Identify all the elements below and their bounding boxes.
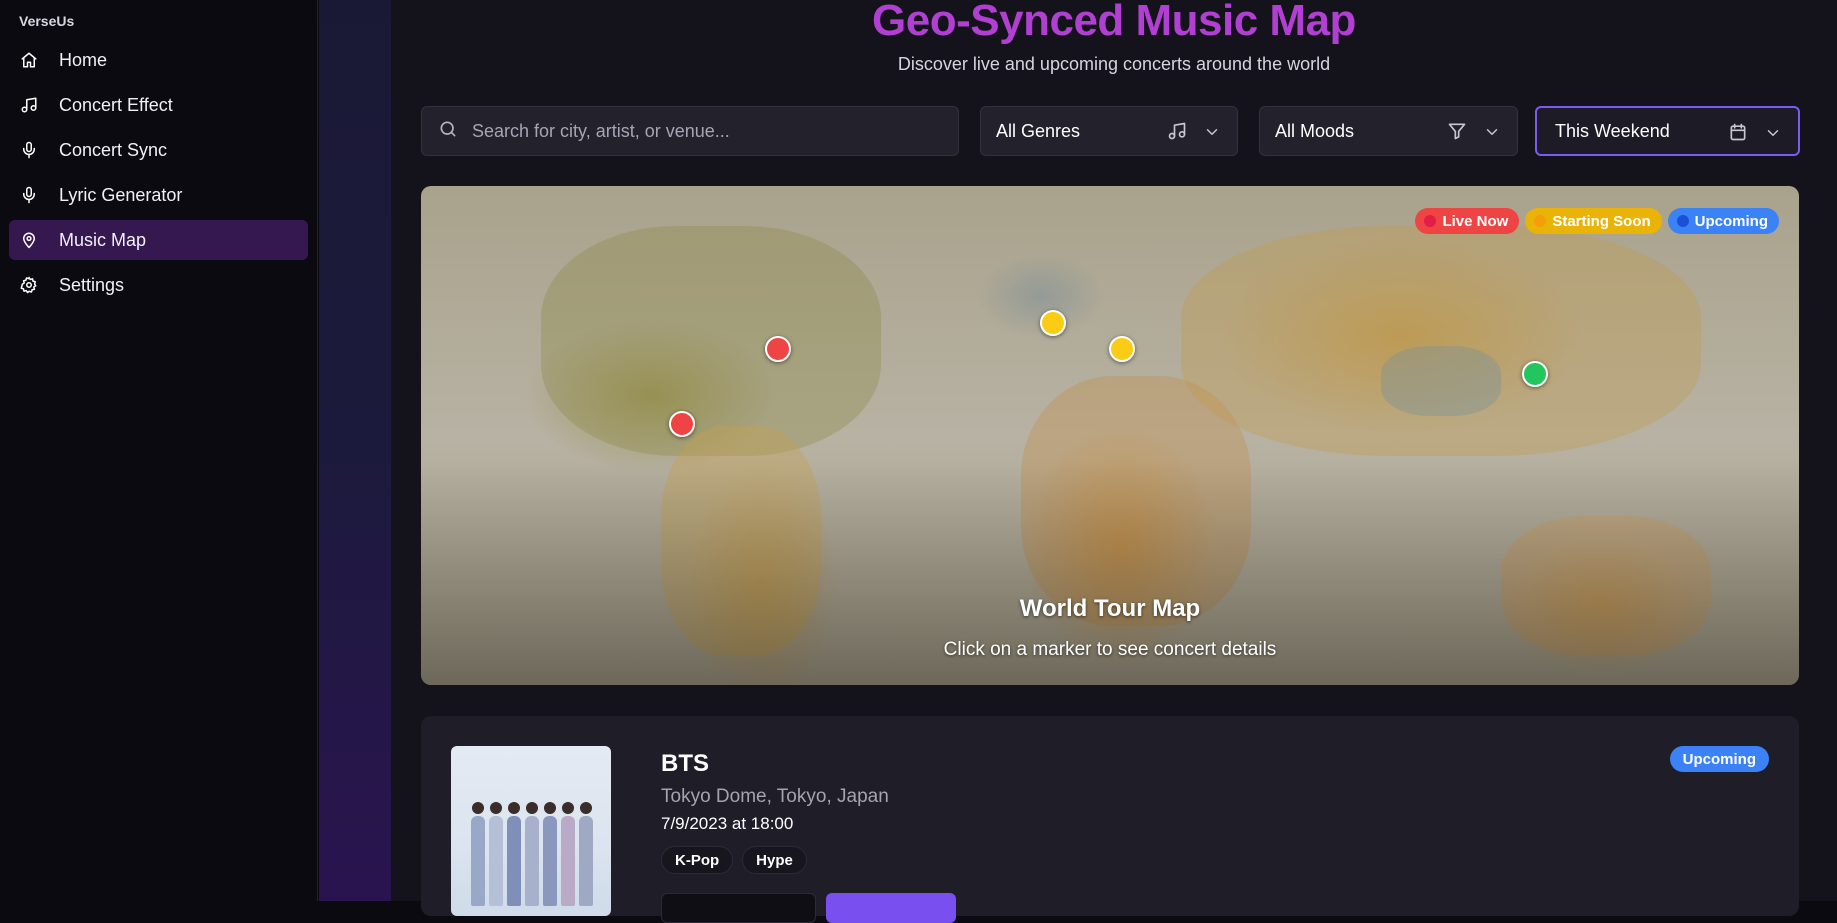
legend-dot [1676,215,1689,227]
sidebar-item-label: Concert Sync [59,139,168,160]
map-region [1381,346,1501,416]
sidebar: VerseUs Home Concert Effect Concert Sync… [0,0,318,901]
main-content: Geo-Synced Music Map Discover live and u… [391,0,1837,923]
venue-text: Tokyo Dome, Tokyo, Japan [661,786,889,807]
legend-starting-soon[interactable]: Starting Soon [1525,208,1662,234]
legend-upcoming[interactable]: Upcoming [1667,208,1779,234]
legend-live-now[interactable]: Live Now [1415,208,1520,234]
sidebar-item-concert-sync[interactable]: Concert Sync [9,130,308,170]
gear-icon [20,276,38,294]
music-note-icon [20,96,38,114]
legend-label: Live Now [1442,212,1509,230]
photo-figure [561,802,575,906]
legend-label: Starting Soon [1552,212,1651,230]
photo-figure [543,802,557,906]
concert-marker-live[interactable] [669,411,695,437]
page-title: Geo-Synced Music Map [872,0,1356,45]
concert-marker-active[interactable] [1522,361,1548,387]
chevron-down-icon [1203,123,1221,141]
sidebar-item-label: Music Map [59,229,147,250]
sidebar-item-lyric-generator[interactable]: Lyric Generator [9,175,308,215]
chevron-down-icon [1764,124,1782,142]
search-input[interactable] [472,120,932,142]
genre-select[interactable]: All Genres [980,106,1238,156]
map-caption-title: World Tour Map [1019,595,1201,622]
mood-tag: Hype [742,846,807,874]
legend-dot [1534,215,1547,227]
sidebar-item-settings[interactable]: Settings [9,265,308,305]
mood-select[interactable]: All Moods [1259,106,1518,156]
mood-select-value: All Moods [1275,120,1355,141]
home-icon [20,51,38,69]
chevron-down-icon [1483,123,1501,141]
microphone-icon [20,141,38,159]
search-box [421,106,959,156]
map-pin-icon [20,231,38,249]
app-brand: VerseUs [19,13,75,29]
status-badge: Upcoming [1669,746,1769,772]
calendar-icon [1728,122,1748,142]
sidebar-item-music-map[interactable]: Music Map [9,220,308,260]
concert-marker-soon[interactable] [1109,336,1135,362]
map-region [1181,226,1701,456]
sidebar-item-home[interactable]: Home [9,40,308,80]
concert-card[interactable]: BTS Tokyo Dome, Tokyo, Japan 7/9/2023 at… [421,716,1799,923]
photo-figure [579,802,593,906]
date-select[interactable]: This Weekend [1535,106,1800,156]
genre-select-value: All Genres [996,120,1081,141]
photo-figure [525,802,539,906]
sidebar-item-label: Settings [59,274,125,295]
primary-action-button[interactable] [826,893,956,923]
genre-tag: K-Pop [661,846,734,874]
microphone-icon [20,186,38,204]
map-legend: Live Now Starting Soon Upcoming [1415,208,1779,234]
map-caption-subtitle: Click on a marker to see concert details [943,639,1277,660]
page-subtitle: Discover live and upcoming concerts arou… [897,54,1331,74]
legend-dot [1424,215,1437,227]
concert-marker-soon[interactable] [1040,310,1066,336]
sidebar-nav: Home Concert Effect Concert Sync Lyric G… [9,40,308,310]
filter-icon [1447,121,1467,141]
tag-list: K-Pop Hype [661,846,807,874]
date-select-value: This Weekend [1555,120,1670,141]
sidebar-item-label: Concert Effect [59,94,173,115]
concert-datetime: 7/9/2023 at 18:00 [661,814,794,833]
map-region [541,226,881,456]
map-region [1501,516,1711,656]
artist-photo [451,746,611,916]
sidebar-item-concert-effect[interactable]: Concert Effect [9,85,308,125]
legend-label: Upcoming [1694,212,1768,230]
music-note-icon [1167,121,1187,141]
world-map[interactable]: Live Now Starting Soon Upcoming World To… [421,186,1799,685]
decorative-gradient-strip [319,0,391,901]
sidebar-item-label: Lyric Generator [59,184,183,205]
photo-figure [471,802,485,906]
concert-marker-live[interactable] [765,336,791,362]
secondary-action-button[interactable] [661,893,816,923]
search-icon [438,119,458,144]
artist-name: BTS [661,750,709,777]
photo-figure [507,802,521,906]
sidebar-item-label: Home [59,49,108,70]
photo-figure [489,802,503,906]
